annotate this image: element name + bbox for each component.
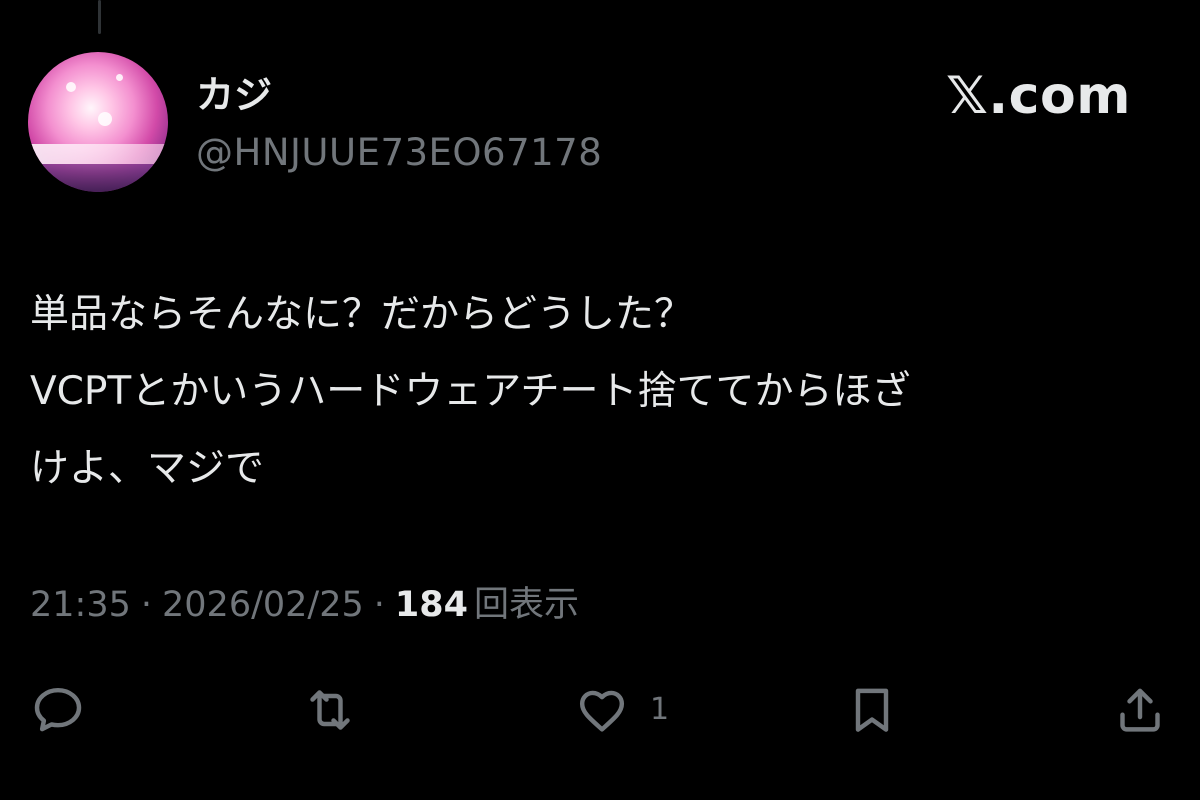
tweet-text: 単品ならそんなに？だからどうした？ VCPTとかいうハードウェアチート捨ててからほ… [30,276,1180,507]
avatar-sparkle [98,112,112,126]
retweet-button[interactable] [302,682,358,738]
tweet-time[interactable]: 21:35 [30,585,131,625]
meta-separator: · [373,585,385,625]
retweet-icon [310,690,350,730]
tweet-text-line: けよ、マジで [30,446,265,491]
user-handle[interactable]: @HNJUUE73EO67178 [196,130,602,176]
tweet-date[interactable]: 2026/02/25 [162,585,364,625]
avatar-sparkle [66,82,76,92]
action-bar: 1 [0,682,1200,742]
heart-icon [579,690,625,732]
meta-separator: · [140,585,153,625]
tweet-meta: 21:35 · 2026/02/25 · 184 回表示 [30,580,579,630]
reply-button[interactable] [30,682,86,738]
x-brand-logo: 𝕏.com [946,66,1131,126]
like-count: 1 [650,692,670,727]
tweet-text-line: 単品ならそんなに？だからどうした？ [30,292,694,337]
avatar-card-footer [28,164,168,192]
bookmark-button[interactable] [844,682,900,738]
display-name[interactable]: カジ [196,72,272,118]
share-icon [1120,688,1160,732]
share-button[interactable] [1112,682,1168,738]
tweet-text-line: VCPTとかいうハードウェアチート捨ててからほざ [30,369,911,414]
thread-connector-line [98,0,101,34]
like-button[interactable]: 1 [574,682,669,738]
views-count: 184 [394,585,468,625]
avatar-sparkle [116,74,123,81]
views-label: 回表示 [473,585,579,625]
bookmark-icon [855,688,889,732]
avatar-card-band [28,144,168,164]
reply-icon [34,687,82,732]
avatar[interactable] [28,52,168,192]
